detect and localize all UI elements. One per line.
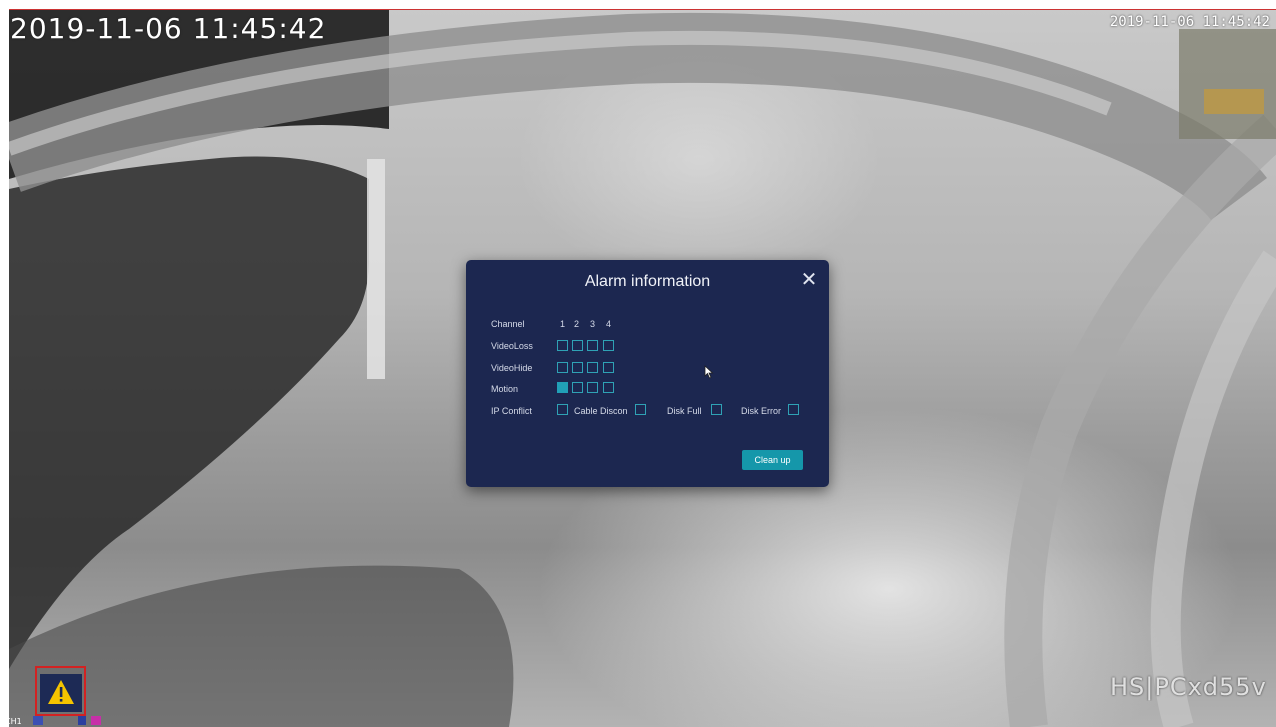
videoloss-ch1-checkbox[interactable] <box>557 340 568 351</box>
videohide-ch3-checkbox[interactable] <box>587 362 598 373</box>
screen-edge-left <box>0 0 9 727</box>
videohide-ch2-checkbox[interactable] <box>572 362 583 373</box>
disk-error-label: Disk Error <box>741 406 781 416</box>
camera-name: HS|PCxd55v <box>1110 673 1267 701</box>
cable-discon-label: Cable Discon <box>574 406 628 416</box>
motion-ch3-checkbox[interactable] <box>587 382 598 393</box>
videoloss-ch4-checkbox[interactable] <box>603 340 614 351</box>
ip-conflict-checkbox[interactable] <box>557 404 568 415</box>
channel-number-1: 1 <box>560 319 566 329</box>
record-status-icon <box>33 716 43 725</box>
channel-number-4: 4 <box>606 319 612 329</box>
mouse-pointer-icon <box>704 365 714 379</box>
disk-full-checkbox[interactable] <box>711 404 722 415</box>
channel-label-ch1: CH1 <box>5 717 22 726</box>
close-icon[interactable]: ✕ <box>799 267 819 291</box>
disk-error-checkbox[interactable] <box>788 404 799 415</box>
videohide-ch1-checkbox[interactable] <box>557 362 568 373</box>
motion-status-icon <box>91 716 101 725</box>
videoloss-ch2-checkbox[interactable] <box>572 340 583 351</box>
ip-conflict-label: IP Conflict <box>491 406 532 416</box>
motion-ch1-checkbox[interactable] <box>557 382 568 393</box>
disk-full-label: Disk Full <box>667 406 702 416</box>
videohide-ch4-checkbox[interactable] <box>603 362 614 373</box>
screen-edge-top <box>0 0 1276 9</box>
channel-number-3: 3 <box>590 319 596 329</box>
motion-ch2-checkbox[interactable] <box>572 382 583 393</box>
videoloss-ch3-checkbox[interactable] <box>587 340 598 351</box>
osd-datetime: 2019-11-06 11:45:42 <box>10 12 327 45</box>
alarm-information-dialog: Alarm information ✕ Channel 1 2 3 4 Vide… <box>466 260 829 487</box>
videohide-label: VideoHide <box>491 363 533 373</box>
alarm-indicator-button[interactable] <box>40 674 82 712</box>
feed-top-edge <box>9 9 1276 10</box>
clean-up-button[interactable]: Clean up <box>742 450 803 470</box>
cable-discon-checkbox[interactable] <box>635 404 646 415</box>
camera-status-icon <box>78 716 86 725</box>
channel-label: Channel <box>491 319 525 329</box>
channel-number-2: 2 <box>574 319 580 329</box>
motion-ch4-checkbox[interactable] <box>603 382 614 393</box>
warning-triangle-icon <box>48 680 74 704</box>
dialog-title: Alarm information <box>584 273 711 290</box>
camera-timestamp: 2019-11-06 11:45:42 <box>1109 14 1270 30</box>
motion-label: Motion <box>491 384 519 394</box>
videoloss-label: VideoLoss <box>491 341 533 351</box>
